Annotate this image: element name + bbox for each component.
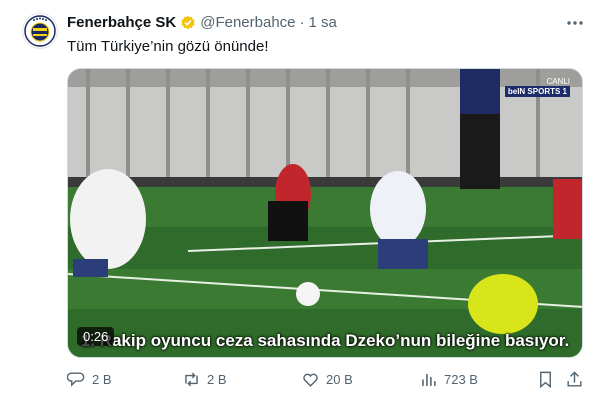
reply-button[interactable]: 2 B <box>67 370 112 389</box>
tweet-header: Fenerbahçe SK @Fenerbahce · 1 sa <box>67 14 337 31</box>
reply-count: 2 B <box>92 372 112 387</box>
tweet: Fenerbahçe SK @Fenerbahce · 1 sa Tüm Tür… <box>0 0 598 400</box>
action-bar: 2 B 2 B 20 B 723 B <box>67 370 583 392</box>
share-button[interactable] <box>565 370 590 389</box>
avatar[interactable] <box>22 13 58 49</box>
video-duration: 0:26 <box>77 327 115 346</box>
separator: · <box>299 14 305 31</box>
video-frame <box>68 69 582 357</box>
live-label: CANLI <box>546 77 570 86</box>
broadcaster-logo: CANLI beIN SPORTS 1 <box>504 77 570 97</box>
more-icon[interactable] <box>565 13 585 33</box>
like-count: 20 B <box>326 372 353 387</box>
reply-icon <box>67 372 85 387</box>
video-player[interactable]: CANLI beIN SPORTS 1 1. Rakip oyuncu ceza… <box>67 68 583 358</box>
timestamp[interactable]: 1 sa <box>309 14 337 31</box>
retweet-count: 2 B <box>207 372 227 387</box>
verified-badge-icon[interactable] <box>180 15 196 31</box>
author-name[interactable]: Fenerbahçe SK <box>67 14 176 31</box>
bookmark-icon <box>540 371 551 389</box>
video-subtitle: 1. Rakip oyuncu ceza sahasında Dzeko’nun… <box>80 331 570 350</box>
views-icon <box>422 373 436 386</box>
tweet-text: Tüm Türkiye’nin gözü önünde! <box>67 38 269 55</box>
like-button[interactable]: 20 B <box>301 370 353 389</box>
author-handle[interactable]: @Fenerbahce <box>200 14 295 31</box>
retweet-button[interactable]: 2 B <box>182 370 227 389</box>
share-icon <box>567 371 582 387</box>
views-count: 723 B <box>444 372 478 387</box>
channel-label: beIN SPORTS 1 <box>504 86 570 97</box>
bookmark-button[interactable] <box>536 370 561 389</box>
like-icon <box>303 373 318 387</box>
views-button[interactable]: 723 B <box>419 370 478 389</box>
retweet-icon <box>185 372 198 387</box>
fenerbahce-logo <box>24 15 56 47</box>
